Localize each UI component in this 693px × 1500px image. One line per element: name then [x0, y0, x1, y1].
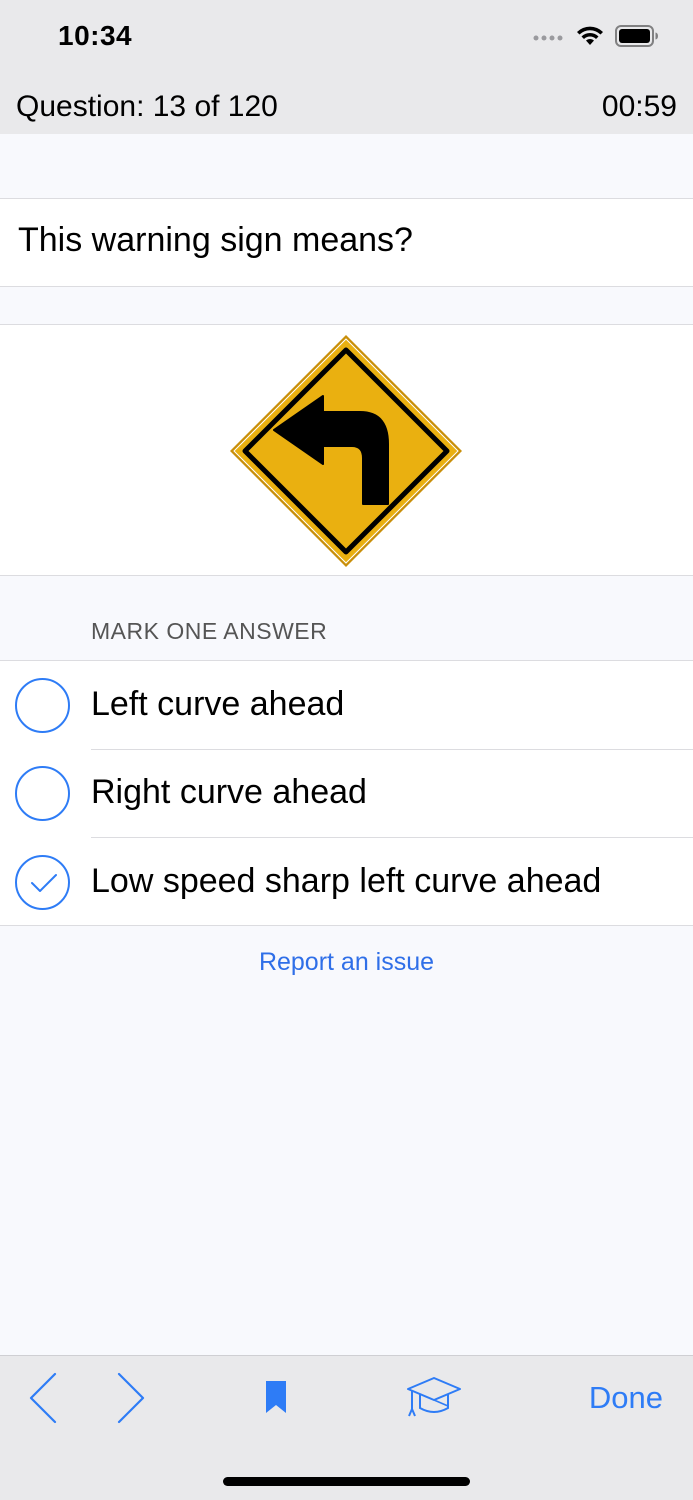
- radio-button[interactable]: [15, 678, 70, 733]
- chevron-left-icon[interactable]: [28, 1372, 58, 1429]
- answer-label: Right curve ahead: [91, 773, 367, 811]
- status-time: 10:34: [58, 20, 133, 51]
- quiz-header: Question: 13 of 120 00:59: [0, 80, 693, 134]
- section-title: MARK ONE ANSWER: [91, 618, 328, 644]
- bookmark-icon[interactable]: [265, 1380, 287, 1419]
- report-issue-link[interactable]: Report an issue: [0, 948, 693, 977]
- answer-option-1[interactable]: Left curve ahead: [0, 661, 693, 750]
- answer-label: Low speed sharp left curve ahead: [91, 862, 602, 900]
- status-bar: 10:34: [0, 0, 693, 80]
- answer-label: Left curve ahead: [91, 685, 345, 723]
- home-indicator[interactable]: [223, 1477, 470, 1486]
- checkmark-icon: [31, 874, 57, 892]
- question-text: This warning sign means?: [18, 221, 413, 259]
- timer: 00:59: [601, 90, 677, 123]
- question-counter: Question: 13 of 120: [16, 90, 278, 123]
- sign-image-row: [0, 324, 693, 576]
- left-turn-warning-sign-icon: [226, 332, 466, 575]
- radio-button[interactable]: [15, 766, 70, 821]
- signal-dots-icon: [533, 29, 565, 47]
- question-row: This warning sign means?: [0, 198, 693, 287]
- done-button[interactable]: Done: [589, 1380, 663, 1416]
- wifi-icon: [575, 25, 605, 52]
- answer-option-2[interactable]: Right curve ahead: [0, 749, 693, 838]
- answer-option-3[interactable]: Low speed sharp left curve ahead: [0, 838, 693, 927]
- radio-button-checked[interactable]: [15, 855, 70, 910]
- status-icons: [533, 24, 659, 52]
- chevron-right-icon[interactable]: [116, 1372, 146, 1429]
- answer-list: Left curve ahead Right curve ahead Low s…: [0, 660, 693, 926]
- battery-icon: [615, 24, 659, 52]
- graduation-cap-icon[interactable]: [406, 1376, 462, 1425]
